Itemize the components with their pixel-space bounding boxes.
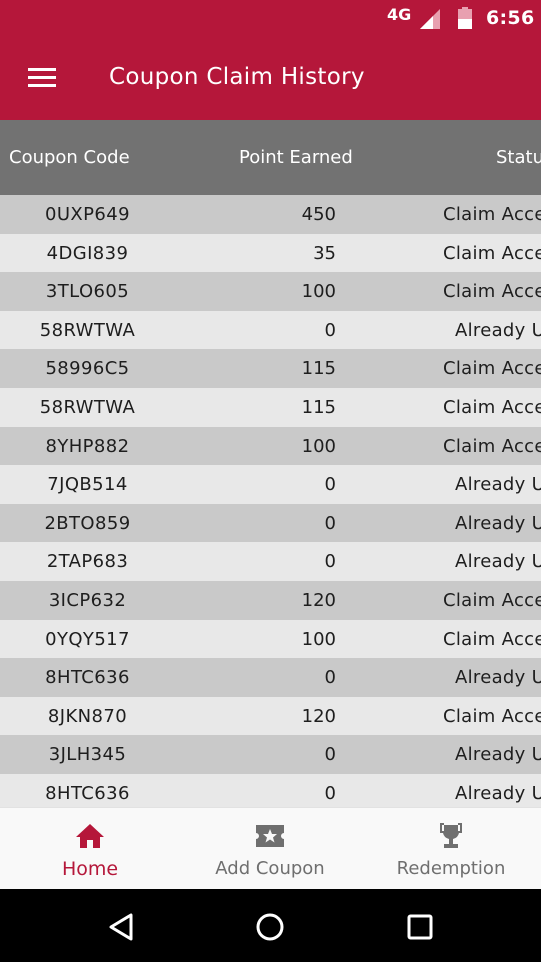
status-cell: Already Used (455, 551, 541, 573)
table-row[interactable]: 3ICP632 120 Claim Accepted (0, 580, 541, 620)
table-row[interactable]: 7JQB514 0 Already Used (0, 465, 541, 504)
table-row[interactable]: 2BTO859 0 Already Used (0, 503, 541, 543)
recents-icon[interactable] (400, 907, 440, 947)
coupon-code-cell: 7JQB514 (47, 474, 128, 496)
nav-item-add-coupon[interactable]: Add Coupon (180, 808, 360, 890)
points-earned-cell: 450 (301, 204, 336, 225)
trophy-icon (440, 823, 462, 848)
points-earned-cell: 0 (324, 551, 336, 573)
coupon-code-cell: 8HTC636 (45, 782, 130, 804)
points-earned-cell: 100 (301, 628, 336, 650)
coupon-code-cell: 8JKN870 (47, 705, 128, 727)
table-row[interactable]: 8YHP882 100 Claim Accepted (0, 426, 541, 466)
nav-label-add-coupon: Add Coupon (215, 858, 325, 879)
table-row[interactable]: 0YQY517 100 Claim Accepted (0, 619, 541, 659)
coupon-code-cell: 0YQY517 (45, 628, 130, 650)
status-cell: Claim Accepted (443, 396, 541, 418)
column-header-point-earned: Point Earned (239, 147, 353, 168)
table-header: Coupon Code Point Earned Status (0, 120, 541, 195)
hamburger-menu-icon[interactable] (22, 62, 62, 94)
nav-item-home[interactable]: Home (0, 808, 180, 890)
coupon-code-cell: 58996C5 (45, 358, 130, 380)
coupon-history-table[interactable]: 0UXP649 450 Claim Accepted 4DGI839 35 Claim A… (0, 195, 541, 807)
column-header-coupon-code: Coupon Code (9, 147, 130, 168)
table-row[interactable]: 3TLO605 100 Claim Accepted (0, 272, 541, 311)
status-cell: Claim Accepted (443, 628, 541, 650)
coupon-code-cell: 4DGI839 (46, 242, 129, 264)
status-cell: Claim Accepted (443, 358, 541, 380)
points-earned-cell: 100 (301, 281, 336, 303)
table-row[interactable]: 4DGI839 35 Claim Accepted (0, 233, 541, 273)
points-earned-cell: 0 (324, 319, 336, 341)
column-header-status: Status (496, 147, 541, 168)
points-earned-cell: 0 (324, 474, 336, 496)
status-cell: Claim Accepted (443, 705, 541, 727)
points-earned-cell: 0 (324, 744, 336, 766)
bottom-navigation: Home Add Coupon Redemption (0, 807, 541, 889)
status-bar: 4G 6:56 (0, 0, 541, 38)
coupon-code-cell: 8HTC636 (45, 667, 130, 689)
back-icon[interactable] (101, 907, 141, 947)
status-cell: Already Used (455, 512, 541, 534)
status-cell: Already Used (455, 782, 541, 804)
table-row[interactable]: 58996C5 115 Claim Accepted (0, 349, 541, 388)
status-cell: Claim Accepted (443, 589, 541, 611)
status-cell: Claim Accepted (443, 204, 541, 225)
ticket-star-icon (256, 825, 284, 847)
status-cell: Already Used (455, 667, 541, 689)
signal-icon (420, 9, 440, 29)
table-row[interactable]: 58RWTWA 0 Already Used (0, 310, 541, 350)
table-row[interactable]: 8HTC636 0 Already Used (0, 658, 541, 697)
table-row[interactable]: 58RWTWA 115 Claim Accepted (0, 387, 541, 427)
home-icon (76, 824, 104, 848)
nav-label-redemption: Redemption (396, 858, 506, 879)
battery-icon (458, 7, 472, 29)
coupon-code-cell: 58RWTWA (39, 396, 136, 418)
coupon-code-cell: 0UXP649 (45, 204, 130, 225)
nav-item-redemption[interactable]: Redemption (361, 808, 541, 890)
coupon-code-cell: 2BTO859 (44, 512, 131, 534)
table-row[interactable]: 8JKN870 120 Claim Accepted (0, 696, 541, 736)
app-bar: Coupon Claim History (0, 38, 541, 120)
status-cell: Already Used (455, 744, 541, 766)
system-navigation-bar (0, 889, 541, 962)
coupon-code-cell: 3TLO605 (45, 281, 130, 303)
points-earned-cell: 0 (324, 667, 336, 689)
status-cell: Claim Accepted (443, 242, 541, 264)
coupon-code-cell: 3ICP632 (48, 589, 127, 611)
coupon-code-cell: 58RWTWA (39, 319, 136, 341)
coupon-code-cell: 3JLH345 (48, 744, 127, 766)
status-cell: Claim Accepted (443, 281, 541, 303)
points-earned-cell: 35 (313, 242, 336, 264)
coupon-code-cell: 8YHP882 (45, 435, 130, 457)
status-cell: Claim Accepted (443, 435, 541, 457)
page-title: Coupon Claim History (109, 64, 365, 90)
points-earned-cell: 120 (301, 589, 336, 611)
coupon-code-cell: 2TAP683 (46, 551, 129, 573)
points-earned-cell: 0 (324, 512, 336, 534)
network-type: 4G (387, 5, 412, 24)
points-earned-cell: 120 (301, 705, 336, 727)
clock: 6:56 (486, 7, 535, 29)
table-row[interactable]: 0UXP649 450 Claim Accepted (0, 195, 541, 234)
home-circle-icon[interactable] (250, 907, 290, 947)
points-earned-cell: 0 (324, 782, 336, 804)
points-earned-cell: 100 (301, 435, 336, 457)
points-earned-cell: 115 (301, 358, 336, 380)
table-row[interactable]: 2TAP683 0 Already Used (0, 542, 541, 581)
nav-label-home: Home (61, 858, 119, 880)
points-earned-cell: 115 (301, 396, 336, 418)
status-cell: Already Used (455, 474, 541, 496)
table-row[interactable]: 8HTC636 0 Already Used (0, 773, 541, 807)
status-cell: Already Used (455, 319, 541, 341)
table-row[interactable]: 3JLH345 0 Already Used (0, 735, 541, 774)
